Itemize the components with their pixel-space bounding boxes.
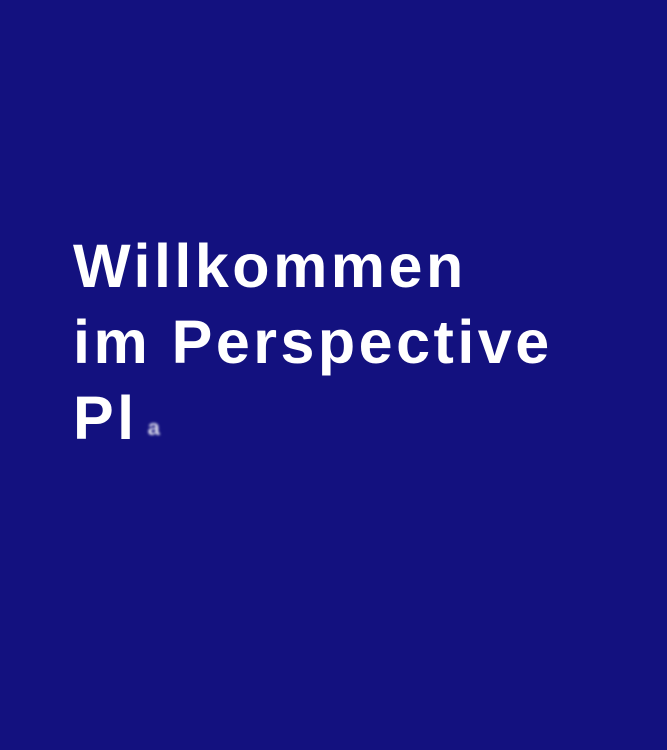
headline-line-2: im Perspective (73, 308, 553, 376)
headline-line-3: Pl a (73, 380, 553, 456)
headline-line-3-text: Pl (73, 384, 138, 452)
headline-typing-char: a (147, 415, 160, 440)
welcome-headline: Willkommen im Perspective Pl a (73, 228, 553, 456)
headline-line-1: Willkommen (73, 232, 467, 300)
welcome-screen: Willkommen im Perspective Pl a (0, 0, 667, 750)
